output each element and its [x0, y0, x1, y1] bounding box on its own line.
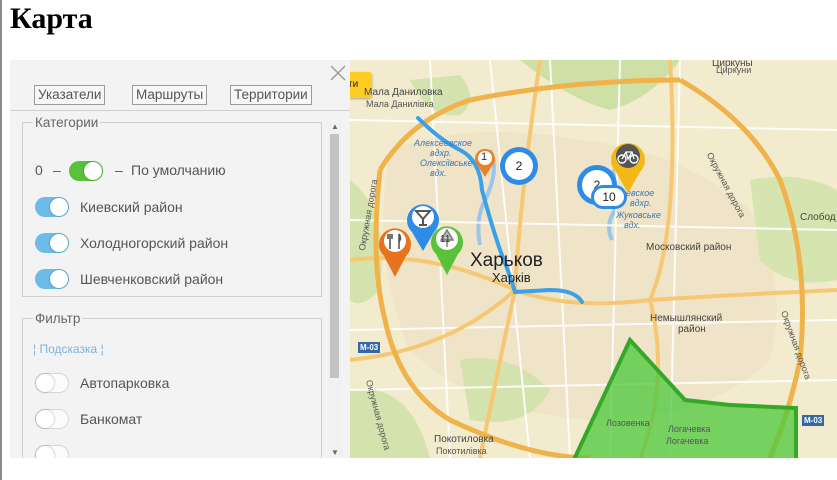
- map-label-alekseevskoe-2: вдхр.: [430, 148, 452, 158]
- categories-legend: Категории: [35, 115, 99, 130]
- page-title: Карта: [10, 2, 93, 35]
- map-pin-tree-label: 11: [440, 234, 451, 245]
- map-label-nemyshlyansky-2: район: [678, 324, 706, 335]
- filter-group: Фильтр ¦ Подсказка ¦ Автопарковка Банком…: [22, 311, 322, 458]
- map-view[interactable]: ти Мала Даниловка Мала Данилівка Циркуны…: [350, 60, 837, 458]
- category-shevchenkivskyi-label: Шевченковский район: [80, 271, 224, 287]
- filter-atm-toggle[interactable]: [35, 409, 69, 429]
- filter-partial-toggle[interactable]: [35, 445, 69, 458]
- map-label-pokotylovka-ru: Покотиловка: [434, 434, 494, 445]
- category-kyivskyi-toggle[interactable]: [35, 197, 69, 217]
- map-label-nemyshlyansky-1: Немышлянский: [650, 313, 723, 324]
- bicycle-icon[interactable]: [608, 138, 648, 194]
- tab-routes[interactable]: Маршруты: [132, 85, 208, 105]
- map-base: [350, 60, 837, 458]
- map-label-kharkiv-ua: Харків: [492, 270, 531, 285]
- category-kholodnohirskyi-label: Холодногорский район: [80, 235, 229, 251]
- category-kyivskyi-label: Киевский район: [80, 199, 183, 215]
- panel-scrollbar[interactable]: ▲ ▼: [328, 122, 342, 458]
- map-label-zhukovskoe-4: вдх.: [624, 220, 641, 230]
- category-default-dash-right: –: [115, 162, 123, 178]
- filter-hint[interactable]: ¦ Подсказка ¦: [33, 342, 104, 356]
- map-sidebar-panel: Указатели Маршруты Территории Категории …: [10, 60, 350, 458]
- map-label-alekseevskoe-1: Алексеевское: [414, 138, 473, 148]
- scroll-down-arrow-icon[interactable]: ▼: [331, 448, 339, 457]
- panel-list: Категории 0 – – По умолчанию Киевский ра…: [10, 111, 336, 458]
- filter-legend: Фильтр: [35, 311, 81, 326]
- map-label-slobod: Слобод: [800, 212, 836, 223]
- scroll-thumb[interactable]: [330, 134, 339, 378]
- map-label-zhukovskoe-3: Жуковське: [616, 210, 661, 220]
- category-default-dash-left: –: [53, 162, 61, 178]
- filter-atm-label: Банкомат: [80, 411, 143, 427]
- map-badge-m03-right: М-03: [802, 415, 825, 426]
- filter-parking-label: Автопарковка: [80, 375, 170, 391]
- map-label-alekseevskoe-3: Олексіївське: [420, 158, 473, 168]
- map-label-logachevka-1: Логачевка: [668, 424, 711, 434]
- map-label-logachevka-2: Логачевка: [666, 436, 709, 446]
- map-badge-m03-left: М-03: [358, 342, 381, 353]
- panel-tabs: Указатели Маршруты Территории: [10, 84, 350, 111]
- map-label-mala-danylivka-ua: Мала Данилівка: [366, 99, 434, 109]
- tab-territories[interactable]: Территории: [230, 85, 312, 105]
- tab-pointers[interactable]: Указатели: [34, 85, 106, 105]
- restaurant-icon[interactable]: [376, 224, 414, 278]
- close-icon[interactable]: [328, 63, 348, 83]
- scroll-up-arrow-icon[interactable]: ▲: [331, 122, 339, 131]
- category-default-label: По умолчанию: [131, 162, 226, 178]
- map-label-moskovsky: Московский район: [646, 242, 732, 253]
- category-default-left-value: 0: [35, 162, 43, 178]
- map-pin-number-label: 1: [481, 151, 488, 163]
- map-label-kharkov-ru: Харьков: [470, 250, 543, 271]
- map-label-lozovenka: Лозовенка: [606, 418, 650, 428]
- filter-parking-toggle[interactable]: [35, 373, 69, 393]
- map-cluster-2-center[interactable]: 2: [505, 152, 533, 180]
- category-kholodnohirskyi-toggle[interactable]: [35, 233, 69, 253]
- tree-icon[interactable]: [428, 222, 466, 276]
- map-label-alekseevskoe-4: вдх.: [430, 168, 447, 178]
- map-label-zhukovskoe-2: вдхр.: [630, 198, 652, 208]
- map-cluster-10[interactable]: 10: [594, 188, 624, 206]
- category-shevchenkivskyi-toggle[interactable]: [35, 269, 69, 289]
- map-label-mala-danylivka-ru: Мала Даниловка: [364, 87, 443, 98]
- categories-group: Категории 0 – – По умолчанию Киевский ра…: [22, 115, 322, 297]
- map-label-pokotylivka-ua: Покотилівка: [436, 446, 487, 456]
- page-left-border: [0, 0, 2, 480]
- category-default-toggle[interactable]: [69, 161, 103, 181]
- map-label-tsyrkuny-ua: Циркуни: [716, 65, 752, 75]
